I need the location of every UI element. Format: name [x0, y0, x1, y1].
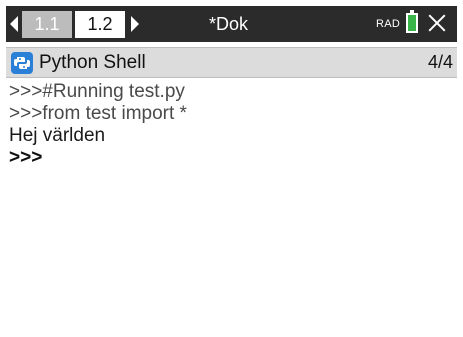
tab-1-2[interactable]: 1.2 — [75, 11, 125, 38]
shell-line: >>>from test import * — [9, 103, 187, 124]
arrow-right-icon[interactable] — [131, 16, 139, 32]
python-icon — [11, 52, 33, 74]
document-title: *Dok — [209, 14, 249, 34]
arrow-left-icon[interactable] — [10, 16, 18, 32]
app-header: Python Shell 4/4 — [6, 47, 457, 78]
close-icon[interactable] — [426, 12, 448, 34]
python-shell-output[interactable]: >>>#Running test.py >>>from test import … — [6, 81, 457, 331]
angle-mode-indicator: RAD — [376, 18, 401, 30]
shell-prompt[interactable]: >>> — [9, 147, 42, 169]
tab-1-1[interactable]: 1.1 — [22, 11, 72, 38]
battery-icon — [406, 10, 418, 33]
shell-line: Hej världen — [9, 125, 106, 146]
calculator-screen: 1.1 1.2 *Dok RAD Python Shell 4/4 >>>#Ru… — [6, 6, 457, 331]
app-title: Python Shell — [39, 52, 146, 73]
shell-line: >>>#Running test.py — [9, 81, 185, 102]
top-bar: 1.1 1.2 *Dok RAD — [6, 6, 457, 42]
page-counter: 4/4 — [427, 52, 453, 72]
